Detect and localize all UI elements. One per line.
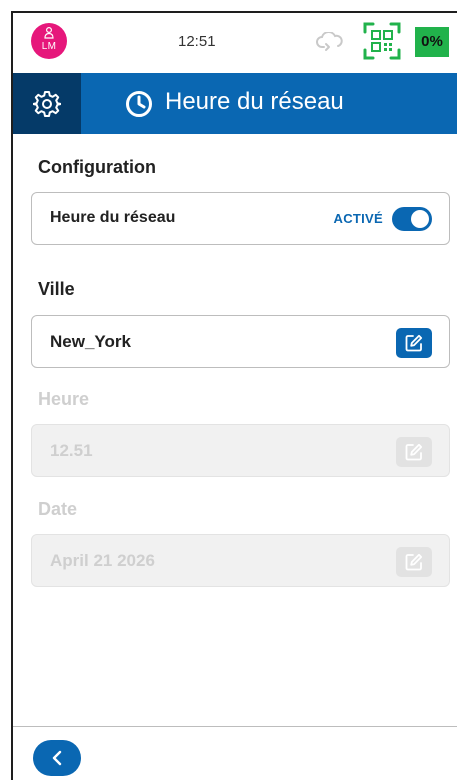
- footer-divider: [13, 726, 457, 727]
- edit-icon: [405, 334, 423, 352]
- user-icon: [44, 27, 54, 39]
- page-header: Heure du réseau: [13, 73, 457, 134]
- date-value: April 21 2026: [50, 551, 155, 570]
- time-label: Heure: [38, 389, 90, 409]
- edit-city-button[interactable]: [396, 328, 432, 358]
- cloud-sync-icon: [316, 32, 343, 51]
- edit-icon: [405, 443, 423, 461]
- city-field: New_York: [31, 315, 450, 368]
- edit-time-button: [396, 437, 432, 467]
- network-time-label: Heure du réseau: [50, 209, 176, 226]
- date-label: Date: [38, 499, 78, 519]
- avatar-initials: LM: [41, 41, 57, 52]
- toggle-knob: [411, 210, 429, 228]
- qr-code-icon[interactable]: [363, 22, 401, 60]
- network-time-row: Heure du réseau ACTIVÉ: [31, 192, 450, 245]
- toggle-status-text: ACTIVÉ: [333, 211, 383, 226]
- user-avatar[interactable]: LM: [31, 23, 67, 59]
- edit-icon: [405, 553, 423, 571]
- time-value: 12.51: [50, 441, 93, 460]
- status-time: 12:51: [178, 33, 216, 50]
- configuration-label: Configuration: [38, 157, 156, 177]
- gear-icon: [33, 91, 61, 117]
- date-field: April 21 2026: [31, 534, 450, 587]
- clock-icon: [126, 91, 152, 117]
- network-time-toggle[interactable]: [392, 207, 432, 231]
- status-bar: LM 12:51 0%: [13, 13, 457, 73]
- chevron-left-icon: [52, 750, 62, 766]
- page-title: Heure du réseau: [165, 88, 344, 115]
- city-value: New_York: [50, 332, 131, 351]
- app-screen: LM 12:51 0% Heure du réseau Configuratio…: [11, 11, 457, 780]
- back-button[interactable]: [33, 740, 81, 776]
- city-label: Ville: [38, 279, 75, 299]
- time-field: 12.51: [31, 424, 450, 477]
- settings-button[interactable]: [13, 73, 81, 134]
- battery-indicator: 0%: [415, 27, 449, 57]
- edit-date-button: [396, 547, 432, 577]
